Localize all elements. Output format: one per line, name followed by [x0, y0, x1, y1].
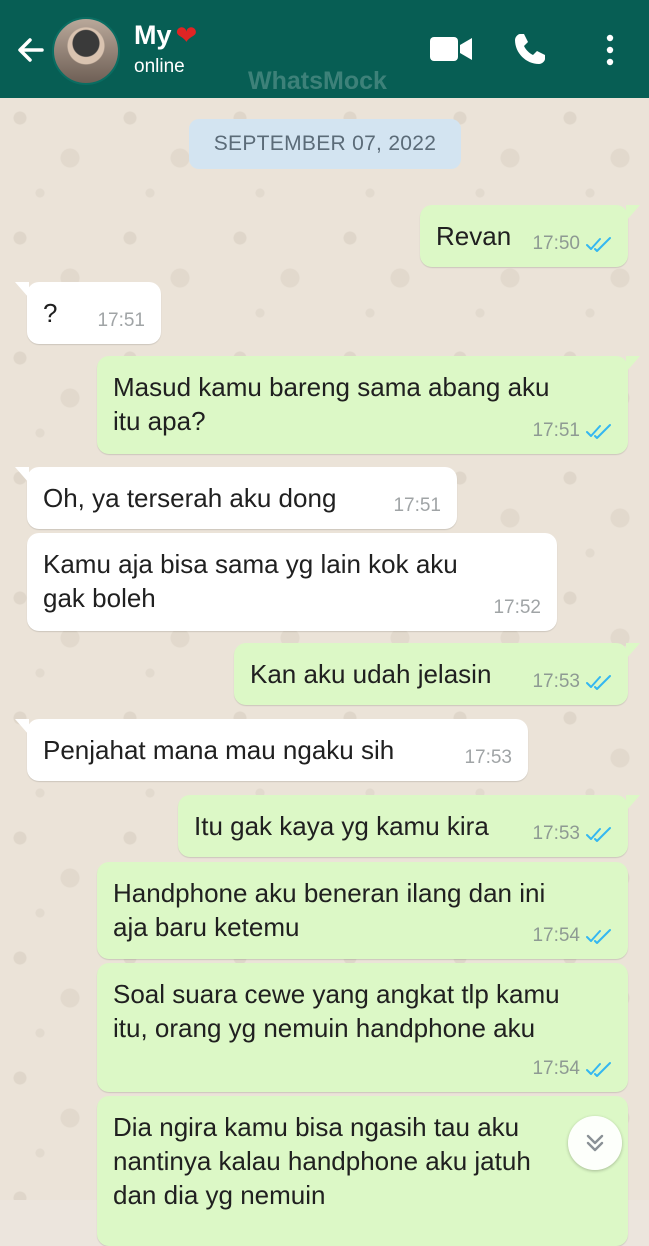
message-meta: 17:50 — [532, 233, 612, 255]
outgoing-message[interactable]: Handphone aku beneran ilang dan ini aja b… — [97, 862, 628, 959]
outgoing-message[interactable]: Revan 17:50 — [420, 205, 640, 267]
bubble-tail — [15, 719, 29, 735]
message-meta: 17:53 — [532, 823, 612, 845]
message-text: Revan — [436, 221, 512, 251]
message-meta: 17:54 — [532, 1058, 612, 1080]
chat-header: My ❤ online WhatsMock — [0, 0, 649, 98]
read-ticks-icon — [586, 929, 611, 944]
message-time: 17:54 — [532, 925, 580, 946]
message-meta: 17:53 — [464, 747, 512, 769]
incoming-message[interactable]: Penjahat mana mau ngaku sih 17:53 — [15, 719, 528, 781]
message-time: 17:53 — [464, 747, 512, 768]
message-text: Masud kamu bareng sama abang aku itu apa? — [113, 372, 550, 436]
message-text: Itu gak kaya yg kamu kira — [194, 811, 489, 841]
incoming-message[interactable]: ? 17:51 — [15, 282, 161, 344]
message-time: 17:51 — [532, 420, 580, 441]
video-call-icon[interactable] — [428, 33, 474, 65]
outgoing-message[interactable]: Soal suara cewe yang angkat tlp kamu itu,… — [97, 963, 628, 1092]
message-time: 17:54 — [532, 1058, 580, 1079]
message-time: 17:51 — [393, 495, 441, 516]
message-meta: 17:51 — [532, 420, 612, 442]
heart-icon: ❤ — [175, 20, 198, 50]
message-time: 17:53 — [532, 823, 580, 844]
incoming-message[interactable]: Kamu aja bisa sama yg lain kok aku gak bo… — [27, 533, 557, 631]
read-ticks-icon — [586, 827, 611, 842]
contact-status: online — [134, 56, 185, 77]
date-divider: SEPTEMBER 07, 2022 — [189, 119, 461, 169]
message-text: ? — [43, 298, 58, 328]
message-text: Handphone aku beneran ilang dan ini aja b… — [113, 878, 546, 942]
bubble-tail — [626, 205, 640, 221]
bubble-tail — [15, 282, 29, 298]
message-text: Kan aku udah jelasin — [250, 659, 492, 689]
bubble-tail — [626, 795, 640, 811]
bubble-tail — [626, 643, 640, 659]
watermark: WhatsMock — [248, 67, 387, 95]
message-text: Penjahat mana mau ngaku sih — [43, 735, 395, 765]
read-ticks-icon — [586, 675, 611, 690]
read-ticks-icon — [586, 237, 611, 252]
message-meta: 17:51 — [393, 495, 441, 517]
message-time: 17:50 — [532, 233, 580, 254]
contact-name[interactable]: My ❤ — [134, 20, 197, 51]
incoming-message[interactable]: Oh, ya terserah aku dong 17:51 — [15, 467, 457, 529]
message-time: 17:53 — [532, 671, 580, 692]
contact-name-text: My — [134, 20, 172, 50]
read-ticks-icon — [586, 424, 611, 439]
message-time: 17:52 — [493, 597, 541, 618]
avatar[interactable] — [52, 17, 120, 85]
message-meta: 17:53 — [532, 671, 612, 693]
bubble-tail — [626, 356, 640, 372]
more-options-icon[interactable] — [600, 34, 620, 66]
outgoing-message[interactable]: Kan aku udah jelasin 17:53 — [234, 643, 640, 705]
message-meta: 17:52 — [493, 597, 541, 619]
message-time: 17:51 — [97, 310, 145, 331]
message-meta: 17:54 — [532, 925, 612, 947]
message-text: Kamu aja bisa sama yg lain kok aku gak bo… — [43, 549, 458, 613]
outgoing-message[interactable]: Dia ngira kamu bisa ngasih tau aku nantin… — [97, 1096, 628, 1246]
message-text: Soal suara cewe yang angkat tlp kamu itu,… — [113, 979, 560, 1043]
back-arrow-icon[interactable] — [12, 32, 48, 68]
message-meta: 17:51 — [97, 310, 145, 332]
read-ticks-icon — [586, 1062, 611, 1077]
scroll-to-bottom-button[interactable] — [568, 1116, 622, 1170]
message-text: Dia ngira kamu bisa ngasih tau aku nantin… — [113, 1112, 531, 1210]
outgoing-message[interactable]: Itu gak kaya yg kamu kira 17:53 — [178, 795, 640, 857]
phone-call-icon[interactable] — [512, 31, 548, 67]
bubble-tail — [15, 467, 29, 483]
double-chevron-down-icon — [586, 1134, 604, 1152]
message-text: Oh, ya terserah aku dong — [43, 483, 337, 513]
outgoing-message[interactable]: Masud kamu bareng sama abang aku itu apa?… — [97, 356, 640, 454]
